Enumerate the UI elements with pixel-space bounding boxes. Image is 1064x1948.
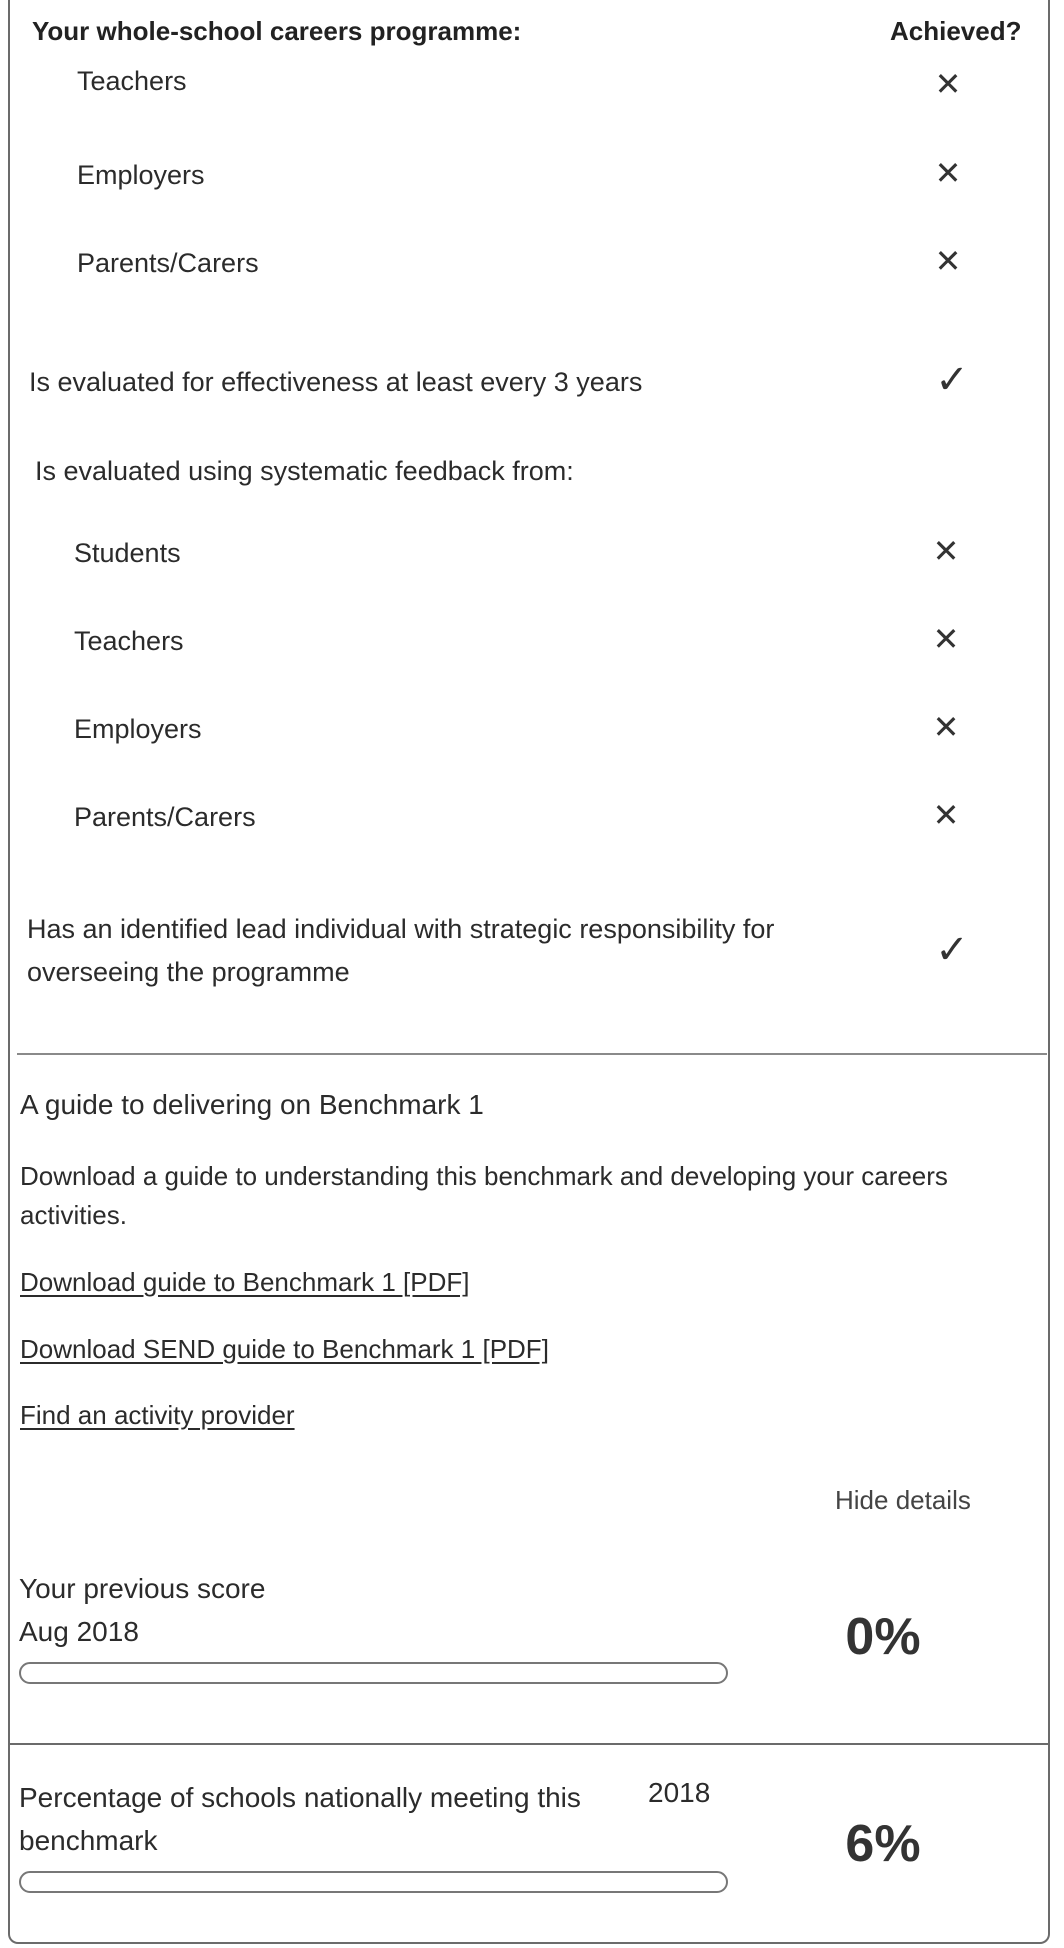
- national-percentage: 6%: [845, 1815, 921, 1873]
- score-divider: [8, 1743, 1050, 1745]
- cross-icon: ✕: [932, 621, 960, 657]
- row-label-evaluated-effectiveness: Is evaluated for effectiveness at least …: [29, 367, 643, 397]
- programme-heading: Your whole-school careers programme:: [32, 16, 522, 46]
- section-divider: [17, 1053, 1047, 1055]
- row-label-employers: Employers: [77, 160, 205, 190]
- national-progress-bar: [19, 1871, 728, 1893]
- tick-icon: ✓: [935, 928, 969, 972]
- achieved-column-heading: Achieved?: [890, 16, 1022, 46]
- cross-icon: ✕: [934, 66, 962, 102]
- hide-details-toggle[interactable]: Hide details: [835, 1485, 971, 1516]
- cross-icon: ✕: [932, 797, 960, 833]
- guide-title: A guide to delivering on Benchmark 1: [20, 1089, 484, 1120]
- national-year: 2018: [648, 1777, 711, 1808]
- row-label-employers-feedback: Employers: [74, 714, 202, 744]
- cross-icon: ✕: [932, 709, 960, 745]
- cross-icon: ✕: [932, 533, 960, 569]
- tick-icon: ✓: [935, 358, 969, 402]
- previous-score-label: Your previous score: [19, 1573, 266, 1604]
- previous-score-progress-bar: [19, 1662, 728, 1684]
- row-label-lead-individual-line2: overseeing the programme: [27, 957, 350, 987]
- guide-description-line2: activities.: [20, 1200, 127, 1230]
- find-activity-provider-link[interactable]: Find an activity provider: [20, 1400, 295, 1431]
- row-label-lead-individual-line1: Has an identified lead individual with s…: [27, 914, 775, 944]
- row-label-teachers-feedback: Teachers: [74, 626, 184, 656]
- download-guide-link[interactable]: Download guide to Benchmark 1 [PDF]: [20, 1267, 469, 1298]
- row-label-teachers: Teachers: [77, 66, 187, 96]
- national-label-line1: Percentage of schools nationally meeting…: [19, 1782, 581, 1813]
- row-label-parents-carers: Parents/Carers: [77, 248, 259, 278]
- previous-score-percentage: 0%: [845, 1608, 921, 1666]
- guide-description-line1: Download a guide to understanding this b…: [20, 1161, 948, 1191]
- download-send-guide-link[interactable]: Download SEND guide to Benchmark 1 [PDF]: [20, 1334, 549, 1365]
- previous-score-date: Aug 2018: [19, 1616, 139, 1647]
- row-label-parents-carers-feedback: Parents/Carers: [74, 802, 256, 832]
- feedback-heading: Is evaluated using systematic feedback f…: [35, 456, 574, 486]
- cross-icon: ✕: [934, 243, 962, 279]
- cross-icon: ✕: [934, 155, 962, 191]
- national-label-line2: benchmark: [19, 1825, 158, 1856]
- row-label-students: Students: [74, 538, 181, 568]
